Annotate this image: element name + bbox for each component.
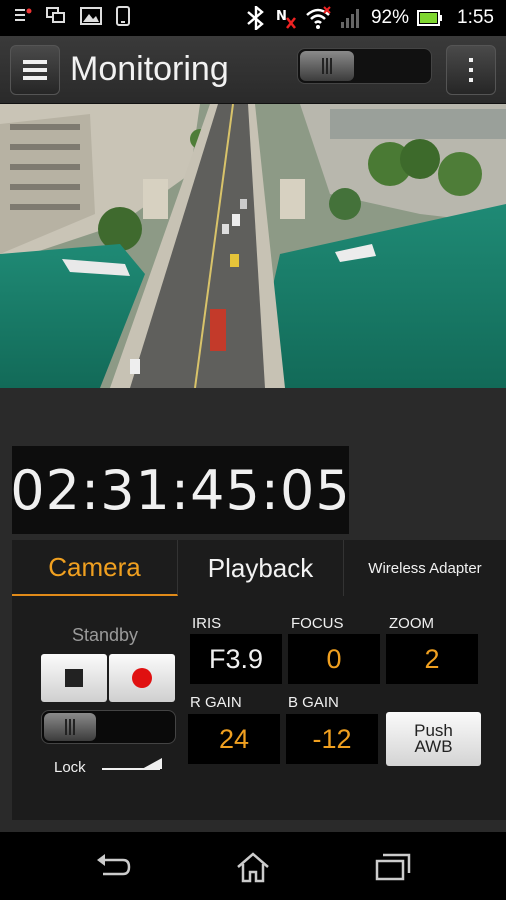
- timecode-value: 02:31:45:05: [10, 458, 351, 522]
- screen-mirror-icon: [46, 7, 65, 23]
- grip-icon: [322, 58, 332, 74]
- status-bar-left: [14, 6, 130, 26]
- notification-icon: [15, 8, 32, 21]
- stop-button[interactable]: [41, 654, 107, 702]
- lock-toggle-knob[interactable]: [44, 713, 96, 741]
- push-awb-button[interactable]: Push AWB: [386, 712, 481, 766]
- menu-button[interactable]: [10, 45, 60, 95]
- focus-value[interactable]: 0: [288, 634, 380, 684]
- push-awb-line2: AWB: [414, 737, 453, 756]
- focus-label: FOCUS: [291, 615, 344, 632]
- zoom-label: ZOOM: [389, 615, 434, 632]
- camera-live-view[interactable]: [0, 104, 506, 388]
- tab-camera[interactable]: Camera: [12, 540, 178, 596]
- record-icon: [132, 668, 152, 688]
- app-root: N 92% 1:55 Monitoring 02:31:45:05 Camera…: [0, 0, 506, 900]
- status-bar-right: N 92% 1:55: [245, 4, 494, 32]
- zoom-value[interactable]: 2: [386, 634, 478, 684]
- tab-bar: Camera Playback Wireless Adapter: [12, 540, 506, 596]
- iris-label: IRIS: [192, 615, 222, 632]
- grip-icon: [65, 719, 75, 735]
- tab-wireless-adapter-label: Wireless Adapter: [368, 559, 482, 577]
- system-nav-bar: [0, 832, 506, 900]
- r-gain-label: R GAIN: [190, 694, 242, 711]
- battery-percent: 92%: [370, 7, 410, 28]
- nfc-icon: N: [276, 9, 296, 29]
- more-vert-icon: [469, 58, 473, 82]
- wifi-icon: [306, 6, 331, 29]
- hamburger-menu-icon: [23, 60, 47, 80]
- clock: 1:55: [457, 7, 494, 28]
- app-header: Monitoring: [0, 36, 506, 104]
- stop-icon: [65, 669, 83, 687]
- recent-apps-button[interactable]: [373, 850, 413, 884]
- signal-icon: [340, 9, 359, 28]
- b-gain-value[interactable]: -12: [286, 714, 378, 764]
- timecode-display: 02:31:45:05: [10, 446, 351, 534]
- battery-icon: [417, 10, 443, 26]
- mode-toggle-switch[interactable]: [297, 48, 432, 84]
- live-view-image: [0, 104, 506, 388]
- record-status: Standby: [72, 625, 139, 645]
- overflow-menu-button[interactable]: [446, 45, 496, 95]
- page-title: Monitoring: [70, 50, 229, 88]
- svg-text:N: N: [276, 9, 287, 24]
- tab-playback[interactable]: Playback: [178, 540, 344, 596]
- b-gain-label: B GAIN: [288, 694, 339, 711]
- iris-value[interactable]: F3.9: [190, 634, 282, 684]
- home-icon: [237, 852, 269, 883]
- status-bar: N 92% 1:55: [0, 0, 506, 36]
- lock-label: Lock: [54, 759, 86, 776]
- gallery-icon: [80, 7, 102, 25]
- slide-arrow-icon: [102, 758, 162, 770]
- r-gain-value[interactable]: 24: [188, 714, 280, 764]
- tab-wireless-adapter[interactable]: Wireless Adapter: [344, 540, 506, 596]
- tab-camera-label: Camera: [48, 551, 141, 582]
- phone-icon: [116, 6, 130, 26]
- lock-toggle-switch[interactable]: [41, 710, 176, 744]
- toggle-knob[interactable]: [300, 51, 354, 81]
- home-button[interactable]: [233, 850, 273, 884]
- tab-playback-label: Playback: [207, 552, 314, 583]
- control-panel: Camera Playback Wireless Adapter Standby…: [12, 540, 506, 820]
- back-icon: [97, 854, 131, 876]
- record-button[interactable]: [109, 654, 175, 702]
- bluetooth-icon: [247, 6, 264, 30]
- recent-apps-icon: [375, 853, 411, 881]
- back-button[interactable]: [93, 850, 133, 884]
